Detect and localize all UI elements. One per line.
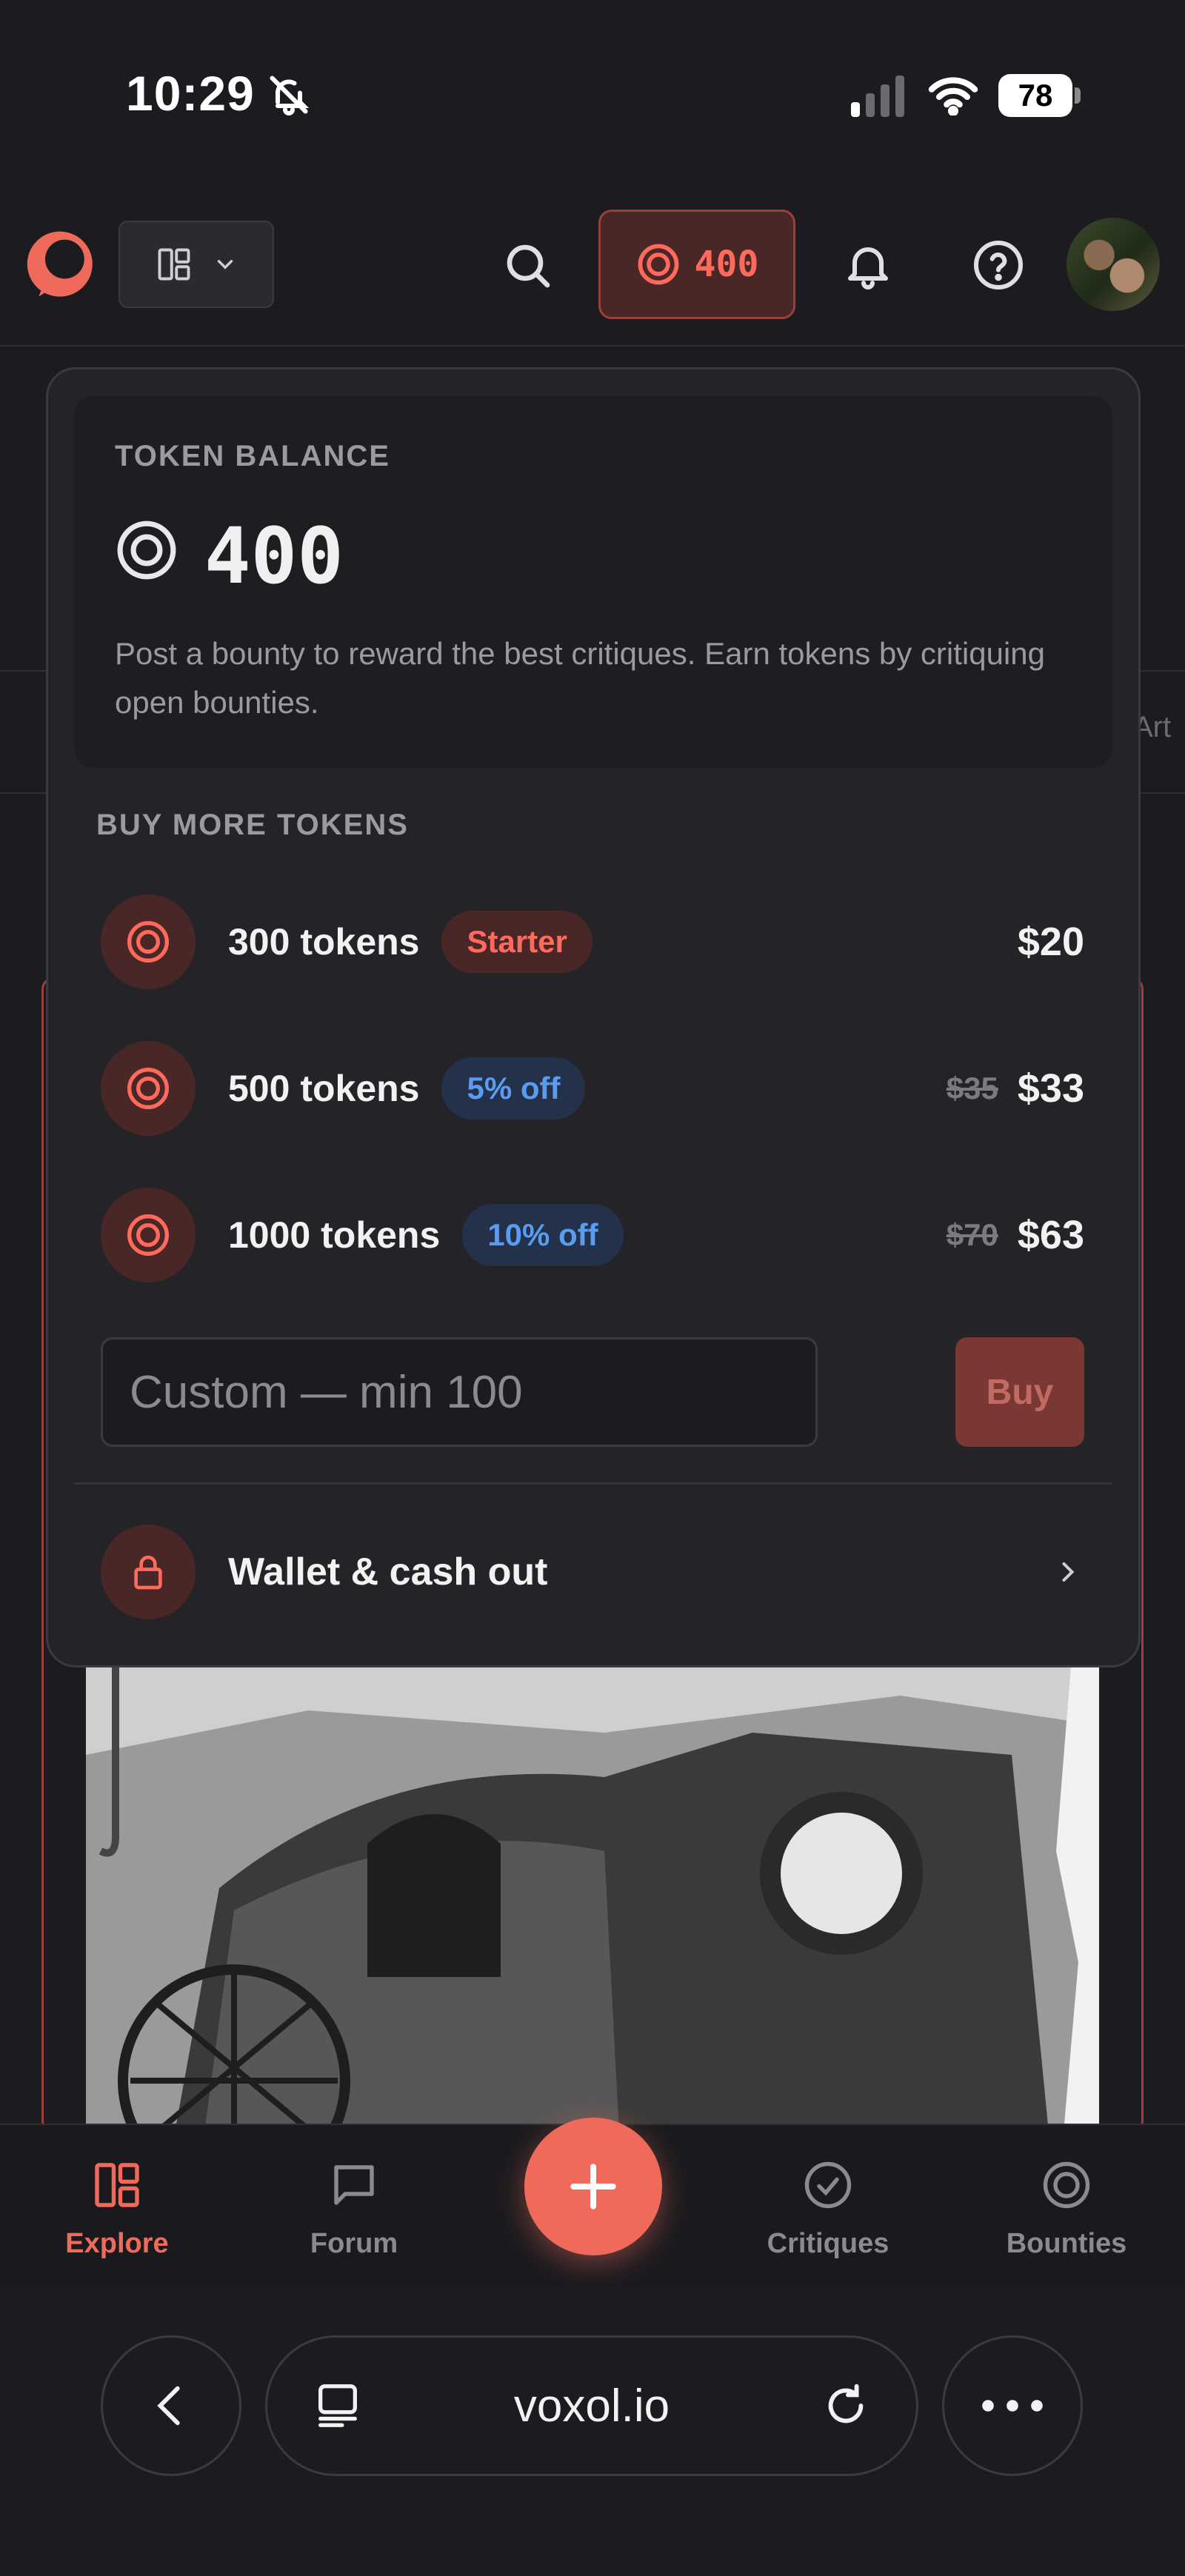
custom-amount-input[interactable] xyxy=(101,1337,818,1447)
token-balance-button[interactable]: 400 xyxy=(598,210,795,319)
tab-label: Explore xyxy=(65,2228,169,2259)
package-badge: 5% off xyxy=(441,1057,586,1120)
token-package-row[interactable]: 300 tokens Starter $20 xyxy=(101,894,1084,989)
package-badge: Starter xyxy=(441,911,592,973)
url-text[interactable]: voxol.io xyxy=(364,2380,820,2432)
token-icon xyxy=(638,244,679,285)
header-divider xyxy=(0,345,1185,347)
more-icon xyxy=(982,2400,1043,2412)
tab-label: Critiques xyxy=(767,2228,889,2259)
bell-slash-icon xyxy=(270,76,310,116)
create-button[interactable] xyxy=(524,2118,662,2255)
package-old-price: $35 xyxy=(946,1071,998,1105)
status-time: 10:29 xyxy=(126,66,255,121)
balance-value: 400 xyxy=(204,511,344,601)
bounties-icon xyxy=(1043,2161,1090,2209)
tab-critiques[interactable]: Critiques xyxy=(747,2158,909,2260)
token-package-row[interactable]: 1000 tokens 10% off $70 $63 xyxy=(101,1188,1084,1282)
balance-description: Post a bounty to reward the best critiqu… xyxy=(115,636,1046,720)
logo-icon[interactable] xyxy=(21,227,102,308)
package-name: 300 tokens xyxy=(228,921,420,963)
tabs-icon[interactable] xyxy=(312,2380,364,2432)
package-badge: 10% off xyxy=(462,1204,624,1266)
token-package-row[interactable]: 500 tokens 5% off $35 $33 xyxy=(101,1041,1084,1136)
layout-switcher-button[interactable] xyxy=(118,221,274,308)
package-name: 1000 tokens xyxy=(228,1214,441,1256)
token-icon xyxy=(117,521,176,580)
url-bar[interactable]: voxol.io xyxy=(265,2335,918,2476)
explore-icon xyxy=(95,2163,139,2207)
buy-button[interactable]: Buy xyxy=(955,1337,1084,1447)
chevron-right-icon xyxy=(1062,1562,1075,1582)
lock-icon xyxy=(101,1525,196,1619)
token-count: 400 xyxy=(694,244,759,285)
forum-icon xyxy=(334,2165,374,2205)
search-icon[interactable] xyxy=(501,238,554,292)
critiques-icon xyxy=(804,2161,852,2209)
back-icon xyxy=(157,2386,180,2426)
help-icon[interactable] xyxy=(972,238,1025,292)
bell-icon[interactable] xyxy=(841,238,895,292)
artwork-image[interactable] xyxy=(86,1666,1099,2132)
buy-tokens-label: BUY MORE TOKENS xyxy=(96,809,409,841)
package-old-price: $70 xyxy=(946,1217,998,1252)
tab-forum[interactable]: Forum xyxy=(273,2158,435,2260)
token-icon xyxy=(101,1188,196,1282)
package-price: $63 xyxy=(1017,1213,1084,1257)
signal-icon xyxy=(851,76,904,117)
plus-icon xyxy=(570,2164,616,2209)
tab-explore[interactable]: Explore xyxy=(36,2158,198,2260)
package-price: $20 xyxy=(1017,920,1084,964)
balance-label: TOKEN BALANCE xyxy=(115,440,390,472)
wallet-cashout-row[interactable]: Wallet & cash out xyxy=(101,1524,1084,1620)
battery-icon: 78 xyxy=(998,74,1081,117)
chevron-down-icon xyxy=(217,260,233,270)
browser-more-button[interactable] xyxy=(942,2335,1083,2476)
tab-label: Forum xyxy=(310,2228,398,2259)
browser-back-button[interactable] xyxy=(101,2335,241,2476)
battery-level: 78 xyxy=(998,74,1072,117)
reload-icon[interactable] xyxy=(820,2380,872,2432)
layout-grid-icon xyxy=(158,248,190,281)
tab-label: Bounties xyxy=(1006,2228,1127,2259)
token-icon xyxy=(101,894,196,989)
tab-bounties[interactable]: Bounties xyxy=(985,2158,1148,2260)
wifi-icon xyxy=(928,77,978,116)
avatar[interactable] xyxy=(1066,218,1160,311)
token-icon xyxy=(101,1041,196,1136)
panel-divider xyxy=(74,1482,1112,1485)
package-price: $33 xyxy=(1017,1066,1084,1111)
wallet-label: Wallet & cash out xyxy=(228,1550,548,1593)
package-name: 500 tokens xyxy=(228,1068,420,1109)
